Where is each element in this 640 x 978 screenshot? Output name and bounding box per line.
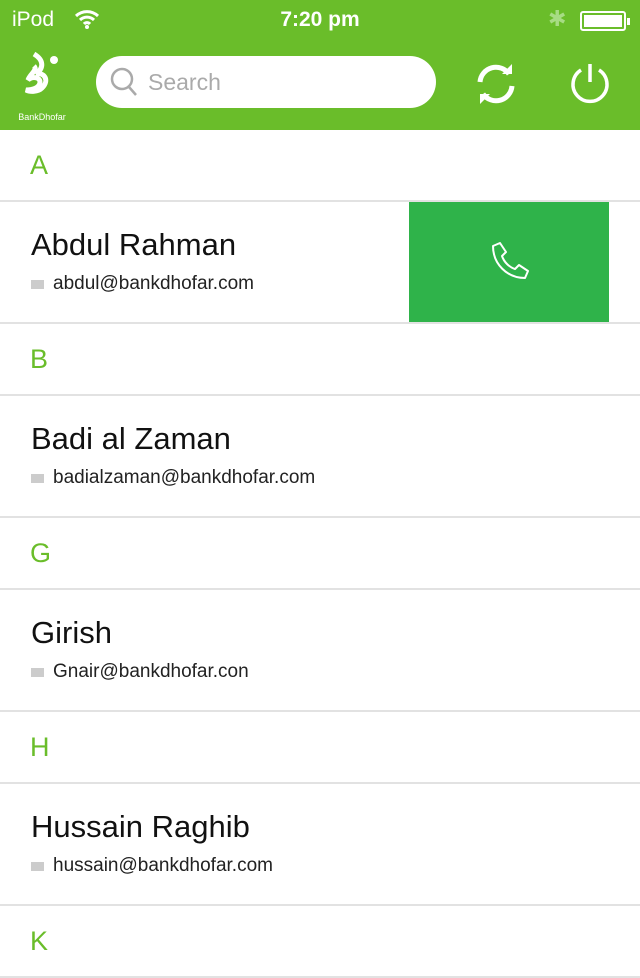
contact-name: Badi al Zaman	[31, 421, 231, 456]
power-icon[interactable]	[568, 62, 612, 106]
status-bar: iPod 7:20 pm ✱	[0, 0, 640, 40]
mail-icon	[31, 279, 44, 289]
section-header-k: K	[0, 906, 640, 978]
clock: 7:20 pm	[280, 8, 360, 31]
search-icon	[110, 67, 137, 96]
phone-icon	[492, 242, 529, 279]
contact-row[interactable]: Girish Gnair@bankdhofar.con	[0, 590, 640, 712]
search-input[interactable]	[148, 68, 408, 96]
contact-name: Hussain Raghib	[31, 809, 250, 844]
contact-email: hussain@bankdhofar.com	[53, 855, 273, 876]
contact-row[interactable]: Abdul Rahman abdul@bankdhofar.com	[0, 202, 640, 324]
header: iPod 7:20 pm ✱ BankDhofar	[0, 0, 640, 130]
search-bar[interactable]	[96, 56, 436, 108]
call-button[interactable]	[409, 202, 609, 322]
contact-email: abdul@bankdhofar.com	[53, 273, 254, 294]
refresh-icon[interactable]	[474, 62, 518, 106]
mail-icon	[31, 473, 44, 483]
battery-icon	[580, 11, 630, 31]
bluetooth-icon: ✱	[548, 6, 567, 31]
section-header-g: G	[0, 518, 640, 590]
contact-email: Gnair@bankdhofar.con	[53, 661, 249, 682]
contact-row[interactable]: Badi al Zaman badialzaman@bankdhofar.com	[0, 396, 640, 518]
contact-email: badialzaman@bankdhofar.com	[53, 467, 316, 488]
section-header-b: B	[0, 324, 640, 396]
contact-row[interactable]: Hussain Raghib hussain@bankdhofar.com	[0, 784, 640, 906]
bank-logo: BankDhofar	[14, 50, 70, 124]
mail-icon	[31, 861, 44, 871]
contact-list[interactable]: A Abdul Rahman abdul@bankdhofar.com B Ba…	[0, 130, 640, 978]
contact-name: Girish	[31, 615, 112, 650]
section-header-h: H	[0, 712, 640, 784]
section-header-a: A	[0, 130, 640, 202]
mail-icon	[31, 667, 44, 677]
